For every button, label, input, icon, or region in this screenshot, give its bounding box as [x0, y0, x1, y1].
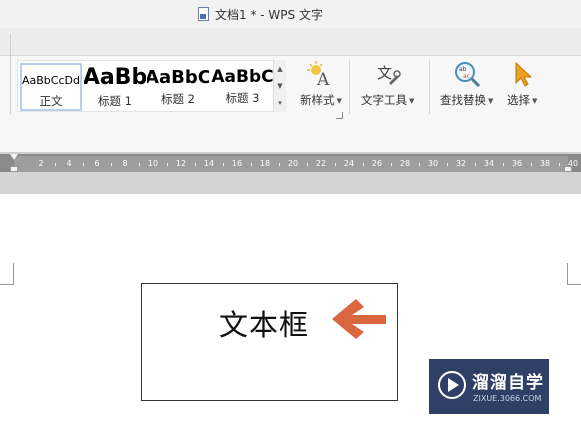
ruler-tick-label: 12: [175, 159, 187, 168]
style-sample: AaBbCcDd: [22, 75, 80, 84]
ruler-tick-label: 36: [511, 159, 523, 168]
ruler-tick: [251, 163, 252, 166]
new-style-label: 新样式 ▼: [300, 93, 342, 107]
chevron-up-icon[interactable]: ▲: [277, 65, 282, 73]
ruler-tick-label: 16: [231, 159, 243, 168]
left-arrow-icon: [332, 299, 386, 339]
ruler-tick-label: 18: [259, 159, 271, 168]
play-logo-icon: [438, 371, 466, 399]
style-label: 正文: [39, 94, 63, 108]
text-box-content[interactable]: 文本框: [219, 302, 309, 344]
style-normal[interactable]: AaBbCcDd 正文: [20, 63, 82, 111]
ruler-tick: [279, 163, 280, 166]
ruler-tick: [223, 163, 224, 166]
more-icon[interactable]: ▾: [278, 99, 282, 107]
ruler-tick-label: 34: [483, 159, 495, 168]
ruler-tick-label: 22: [315, 159, 327, 168]
ruler-tick-label: 2: [38, 159, 44, 168]
ruler-tick-label: 26: [371, 159, 383, 168]
ruler-tick-label: 10: [147, 159, 159, 168]
style-sample: AaBbC: [147, 69, 209, 87]
window-title: 文档1 * - WPS 文字: [215, 7, 323, 22]
ruler-tick: [111, 163, 112, 166]
ruler-tick: [559, 163, 560, 166]
ruler-tick: [363, 163, 364, 166]
text-tools-label: 文字工具 ▼: [361, 93, 415, 107]
watermark: 溜溜自学 ZIXUE.3066.COM: [429, 359, 549, 414]
svg-text:ac: ac: [463, 73, 470, 80]
document-icon: [198, 7, 210, 21]
ruler-tick: [167, 163, 168, 166]
dialog-launcher[interactable]: [336, 112, 343, 119]
ruler-tick-label: 6: [94, 159, 100, 168]
ruler-tick: [335, 163, 336, 166]
style-label: 标题 1: [98, 94, 132, 108]
ruler-tick: [307, 163, 308, 166]
style-heading-2[interactable]: AaBbC 标题 2: [147, 63, 209, 111]
text-tools-button[interactable]: 文 文字工具 ▼: [361, 60, 414, 108]
find-replace-button[interactable]: ab ac 查找替换 ▼: [440, 60, 493, 108]
ruler-tick: [139, 163, 140, 166]
ruler-tick: [55, 163, 56, 166]
horizontal-ruler[interactable]: 2 4 6 8 10 12 14 16 18 20 22 24 26 28 30 32 34 36 38 40: [0, 154, 581, 174]
ribbon-separator: [429, 60, 430, 114]
ruler-tick-label: 30: [427, 159, 439, 168]
style-gallery-scroll[interactable]: ▲ ▼ ▾: [273, 60, 286, 112]
ruler-gutter: [0, 172, 581, 194]
ruler-tick-label: 24: [343, 159, 355, 168]
title-bar: 文档1 * - WPS 文字: [0, 0, 581, 28]
find-replace-icon: ab ac: [452, 60, 482, 88]
ruler-tick-label: 4: [66, 159, 72, 168]
svg-text:文: 文: [377, 64, 392, 82]
ruler-tick: [475, 163, 476, 166]
ruler-tick-label: 14: [203, 159, 215, 168]
style-label: 标题 3: [225, 91, 260, 105]
find-replace-label: 查找替换 ▼: [440, 93, 494, 107]
style-label: 标题 2: [161, 92, 195, 106]
margin-corner-mark: [567, 263, 581, 285]
ruler-tick: [391, 163, 392, 166]
ruler-tick-label: 20: [287, 159, 299, 168]
ribbon-tab-strip: [0, 28, 581, 56]
chevron-down-icon[interactable]: ▼: [277, 82, 282, 90]
ruler-tick: [83, 163, 84, 166]
ruler-tick: [531, 163, 532, 166]
style-sample: AaBb: [84, 67, 146, 89]
style-gallery: AaBbCcDd 正文 AaBb 标题 1 AaBbC 标题 2 AaBbC 标…: [17, 60, 285, 112]
select-label: 选择 ▼: [507, 93, 538, 107]
ribbon-separator: [10, 34, 11, 114]
ruler-tick-label: 8: [122, 159, 128, 168]
new-style-button[interactable]: A 新样式 ▼: [300, 60, 342, 108]
style-heading-1[interactable]: AaBb 标题 1: [84, 63, 146, 111]
new-style-icon: A: [306, 60, 336, 88]
ruler-tick-label: 32: [455, 159, 467, 168]
svg-text:ab: ab: [459, 66, 467, 73]
ruler-tick: [447, 163, 448, 166]
ruler-tick: [195, 163, 196, 166]
ruler-tick-label: 28: [399, 159, 411, 168]
cursor-icon: [507, 60, 537, 88]
text-tools-icon: 文: [373, 60, 403, 88]
watermark-url: ZIXUE.3066.COM: [473, 394, 542, 403]
ruler-tick-label: 38: [539, 159, 551, 168]
style-sample: AaBbC: [211, 69, 274, 86]
style-heading-3[interactable]: AaBbC 标题 3: [211, 63, 274, 111]
select-button[interactable]: 选择 ▼: [507, 60, 537, 108]
ruler-tick: [503, 163, 504, 166]
ribbon-separator: [349, 60, 350, 114]
watermark-name: 溜溜自学: [472, 373, 544, 393]
first-line-indent-marker[interactable]: [10, 154, 18, 160]
ruler-area: 2 4 6 8 10 12 14 16 18 20 22 24 26 28 30 32 34 36 38 40: [0, 152, 581, 194]
margin-corner-mark: [0, 263, 14, 285]
svg-text:A: A: [316, 70, 330, 87]
ruler-tick: [419, 163, 420, 166]
